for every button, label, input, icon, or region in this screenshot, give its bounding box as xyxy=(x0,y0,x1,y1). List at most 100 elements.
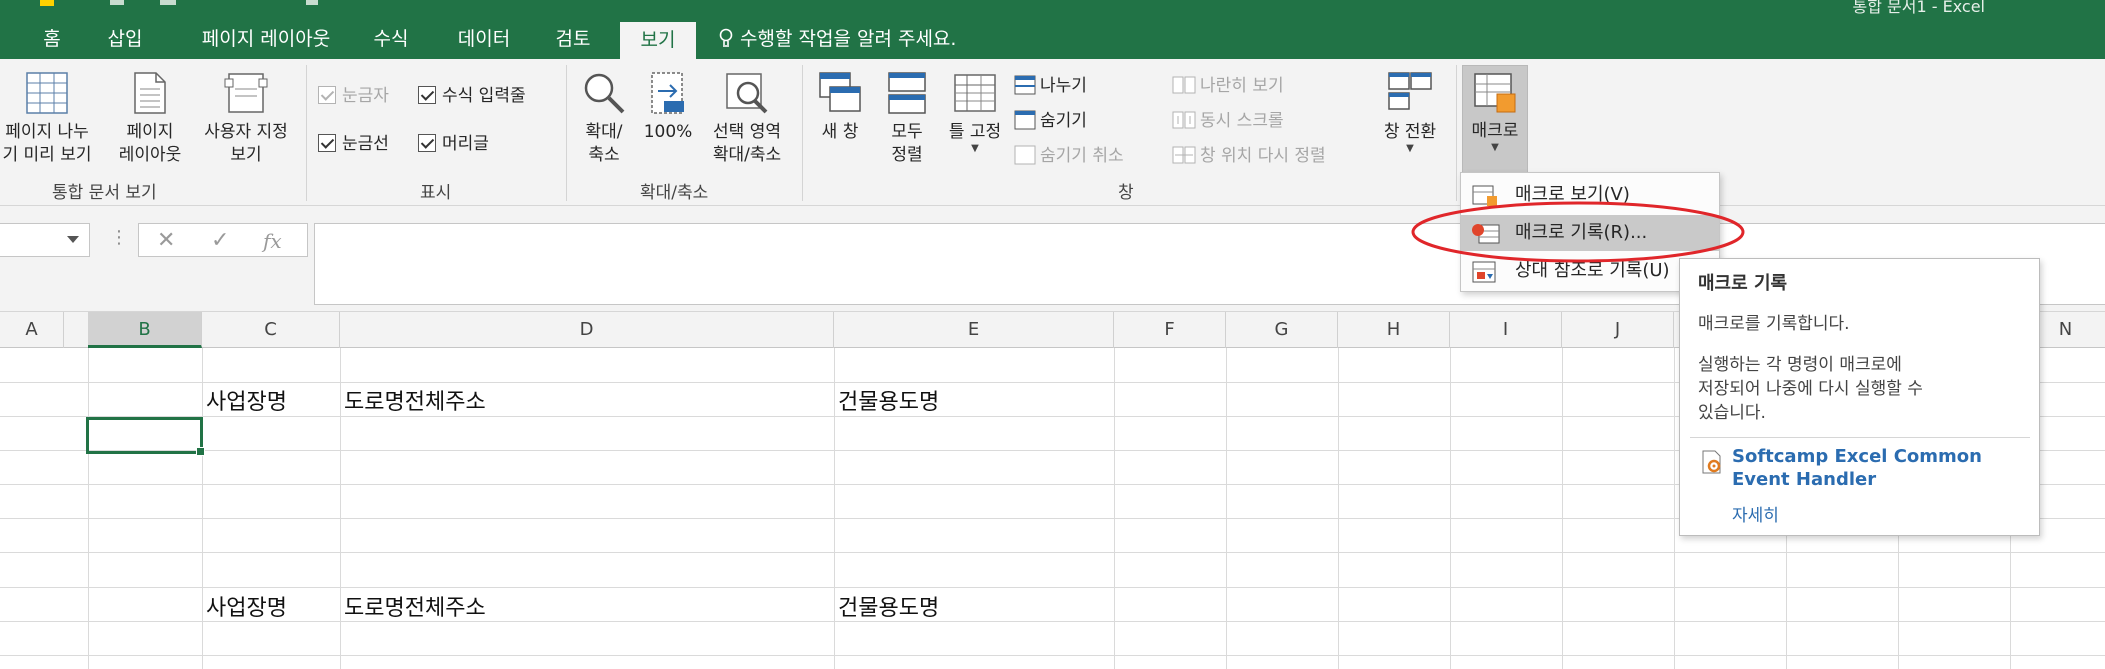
switch-windows-button[interactable]: 창 전환 ▼ xyxy=(1370,71,1450,154)
synchronous-scrolling-button[interactable]: 동시 스크롤 xyxy=(1172,106,1284,131)
column-header-c[interactable]: C xyxy=(202,312,340,348)
chevron-down-icon[interactable] xyxy=(67,236,79,243)
column-header-a[interactable]: A xyxy=(0,312,64,348)
name-box[interactable] xyxy=(0,223,90,257)
chevron-down-icon: ▼ xyxy=(1491,142,1499,153)
cell-e8[interactable]: 건물용도명 xyxy=(838,590,939,622)
record-macro-icon xyxy=(1472,224,1500,244)
cell-e2[interactable]: 건물용도명 xyxy=(838,384,939,416)
view-macros-label: 매크로 보기(V) xyxy=(1515,184,1630,205)
cell-d2[interactable]: 도로명전체주소 xyxy=(344,384,486,416)
custom-views-label-1: 사용자 지정 xyxy=(204,122,288,142)
column-header-f[interactable]: F xyxy=(1114,312,1226,348)
new-window-button[interactable]: 새 창 xyxy=(808,71,872,144)
view-side-by-side-button[interactable]: 나란히 보기 xyxy=(1172,71,1284,96)
hide-window-label: 숨기기 xyxy=(1040,111,1087,131)
view-macros-icon xyxy=(1472,185,1497,206)
zoom-button[interactable]: 확대/ 축소 xyxy=(574,71,634,167)
split-label: 나누기 xyxy=(1040,76,1087,96)
tab-home[interactable]: 홈 xyxy=(30,21,74,59)
column-header-e[interactable]: E xyxy=(834,312,1114,348)
zoom-selection-label-2: 확대/축소 xyxy=(712,145,782,165)
column-header-i[interactable]: I xyxy=(1450,312,1562,348)
cell-d8[interactable]: 도로명전체주소 xyxy=(344,590,486,622)
zoom-100-button[interactable]: 100% xyxy=(638,71,698,144)
tell-me-text: 수행할 작업을 알려 주세요. xyxy=(740,28,957,50)
column-header-d[interactable]: D xyxy=(340,312,834,348)
column-header-h[interactable]: H xyxy=(1338,312,1450,348)
tab-insert[interactable]: 삽입 xyxy=(94,21,156,59)
split-icon xyxy=(1014,75,1036,95)
record-macro-label: 매크로 기록(R)... xyxy=(1515,222,1648,243)
chevron-down-icon: ▼ xyxy=(971,143,979,154)
headings-checkbox[interactable]: 머리글 xyxy=(418,129,489,154)
page-break-label-2: 기 미리 보기 xyxy=(2,145,92,165)
tooltip-divider xyxy=(1690,437,2030,438)
split-button[interactable]: 나누기 xyxy=(1014,71,1087,96)
column-line xyxy=(1338,348,1339,669)
column-line xyxy=(1562,348,1563,669)
formula-bar-grip-icon[interactable]: ⋮ xyxy=(110,228,128,248)
column-header-j[interactable]: J xyxy=(1562,312,1674,348)
confirm-icon[interactable]: ✓ xyxy=(211,228,229,253)
menu-item-record-macro[interactable]: 매크로 기록(R)... xyxy=(1461,215,1719,251)
addin-gear-icon xyxy=(1702,450,1721,474)
formula-bar-checkbox[interactable]: 수식 입력줄 xyxy=(418,81,526,106)
tab-review[interactable]: 검토 xyxy=(546,21,600,59)
tooltip-tell-me-more-link[interactable]: 자세히 xyxy=(1732,501,1779,526)
cell-c2[interactable]: 사업장명 xyxy=(206,384,287,416)
custom-views-button[interactable]: 사용자 지정 보기 xyxy=(194,71,298,167)
reset-window-position-button[interactable]: 창 위치 다시 정렬 xyxy=(1172,141,1326,166)
title-bar: 통합 문서1 - Excel 홈 삽입 페이지 레이아웃 수식 데이터 검토 보… xyxy=(0,0,2105,60)
page-break-preview-icon xyxy=(26,72,68,114)
switch-windows-icon xyxy=(1388,72,1432,110)
cancel-icon[interactable]: ✕ xyxy=(157,228,175,253)
macros-button[interactable]: 매크로 ▼ xyxy=(1462,65,1528,178)
arrange-label-2: 정렬 xyxy=(891,145,923,165)
undo-icon[interactable] xyxy=(110,0,124,5)
show-group-label: 표시 xyxy=(420,183,452,203)
column-header-g[interactable]: G xyxy=(1226,312,1338,348)
arrange-label-1: 모두 xyxy=(891,122,923,142)
custom-views-icon xyxy=(224,73,268,113)
ribbon: 페이지 나누 기 미리 보기 페이지 레이아웃 사용자 지정 보기 통합 문서 … xyxy=(0,59,2105,206)
formula-bar-label: 수식 입력줄 xyxy=(442,86,526,106)
freeze-panes-icon xyxy=(954,74,996,112)
redo-icon[interactable] xyxy=(160,0,176,5)
tab-formulas[interactable]: 수식 xyxy=(364,21,418,59)
tab-page-layout[interactable]: 페이지 레이아웃 xyxy=(178,21,354,59)
magnifier-icon xyxy=(584,73,625,114)
gridlines-checkbox[interactable]: 눈금선 xyxy=(318,129,389,154)
arrange-all-icon xyxy=(888,72,926,114)
macros-icon xyxy=(1474,73,1516,113)
tab-data[interactable]: 데이터 xyxy=(444,21,524,59)
zoom-to-selection-button[interactable]: 선택 영역 확대/축소 xyxy=(702,71,792,167)
tab-view[interactable]: 보기 xyxy=(620,22,696,60)
zoom-label-1: 확대/ xyxy=(585,122,623,142)
hide-window-button[interactable]: 숨기기 xyxy=(1014,106,1087,131)
unhide-window-label: 숨기기 취소 xyxy=(1040,146,1124,166)
zoom-100-icon xyxy=(651,72,684,114)
cell-c8[interactable]: 사업장명 xyxy=(206,590,287,622)
group-separator xyxy=(802,65,803,201)
save-icon[interactable] xyxy=(40,0,54,6)
tooltip-title: 매크로 기록 xyxy=(1698,273,1788,294)
macros-label: 매크로 xyxy=(1471,121,1519,141)
reset-position-icon xyxy=(1172,146,1196,164)
insert-function-icon[interactable]: fx xyxy=(263,229,282,253)
column-line xyxy=(1674,348,1675,669)
page-layout-view-button[interactable]: 페이지 레이아웃 xyxy=(110,71,190,167)
ruler-checkbox[interactable]: 눈금자 xyxy=(318,81,389,106)
freeze-panes-button[interactable]: 틀 고정 ▼ xyxy=(940,71,1010,154)
column-header-b[interactable]: B xyxy=(88,312,202,348)
menu-item-view-macros[interactable]: 매크로 보기(V) xyxy=(1461,177,1719,213)
tell-me-search[interactable]: 수행할 작업을 알려 주세요. xyxy=(718,21,956,59)
arrange-all-button[interactable]: 모두 정렬 xyxy=(876,71,938,167)
headings-label: 머리글 xyxy=(442,134,489,154)
qat-customize-icon[interactable] xyxy=(306,0,318,5)
page-break-preview-button[interactable]: 페이지 나누 기 미리 보기 xyxy=(0,71,102,167)
gridlines-label: 눈금선 xyxy=(342,134,389,154)
unhide-window-button[interactable]: 숨기기 취소 xyxy=(1014,141,1124,166)
table-row xyxy=(0,622,2105,656)
active-cell-b3[interactable] xyxy=(86,417,205,456)
